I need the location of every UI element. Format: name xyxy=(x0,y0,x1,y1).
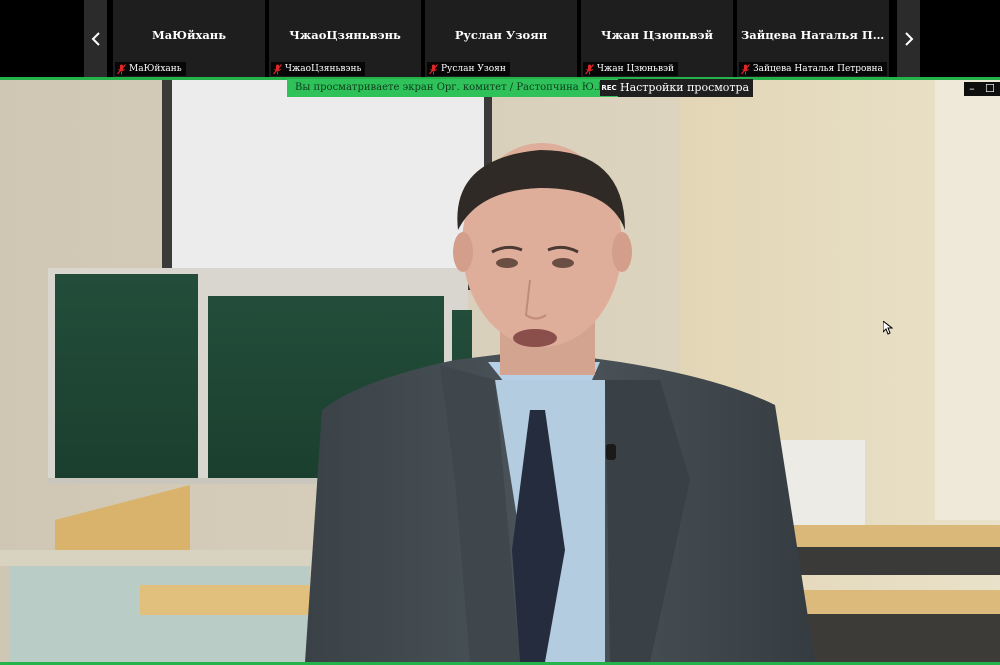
participant-tile[interactable]: Руслан Узоян Руслан Узоян xyxy=(425,0,577,77)
student-desk-1 xyxy=(780,525,1000,547)
participant-label: Зайцева Наталья Петровна xyxy=(739,62,887,76)
chalkboard-left xyxy=(55,274,198,478)
mic-off-icon xyxy=(273,63,282,74)
participant-strip: МаЮйхань МаЮйхань ЧжаоЦзяньвэнь ЧжаоЦзян… xyxy=(0,0,1000,80)
mic-off-icon xyxy=(741,63,750,74)
recording-badge: REC xyxy=(600,80,618,96)
window-light xyxy=(935,80,1000,520)
chevron-right-icon xyxy=(904,31,913,46)
lapel-microphone xyxy=(606,444,616,460)
mic-off-icon xyxy=(117,63,126,74)
chevron-left-icon xyxy=(91,31,100,46)
participant-label: ЧжаоЦзяньвэнь xyxy=(271,62,366,76)
view-options-button[interactable]: Настройки просмотра xyxy=(618,79,754,97)
desk-surface xyxy=(140,585,320,615)
participant-tile[interactable]: МаЮйхань МаЮйхань xyxy=(113,0,265,77)
ear-left xyxy=(453,232,473,272)
shared-video-frame xyxy=(0,80,1000,662)
participant-label: Руслан Узоян xyxy=(427,62,510,76)
participant-label: Чжан Цзюньвэй xyxy=(583,62,679,76)
next-page-button[interactable] xyxy=(897,0,920,77)
participant-tile[interactable]: Зайцева Наталья Петров... Зайцева Наталь… xyxy=(737,0,889,77)
student-desk-1-front xyxy=(780,547,1000,575)
prev-page-button[interactable] xyxy=(84,0,107,77)
shared-screen xyxy=(0,80,1000,662)
participant-label: МаЮйхань xyxy=(115,62,186,76)
participant-name: Руслан Узоян xyxy=(454,28,548,42)
mouse-cursor-icon xyxy=(883,321,893,335)
participant-tile[interactable]: Чжан Цзюньвэй Чжан Цзюньвэй xyxy=(581,0,733,77)
viewing-share-banner: Вы просматриваете экран Орг. комитет / Р… xyxy=(287,79,625,97)
eye-left xyxy=(496,258,518,268)
eye-right xyxy=(552,258,574,268)
projector-screen xyxy=(172,80,484,280)
mic-off-icon xyxy=(585,63,594,74)
participant-name: Чжан Цзюньвэй xyxy=(601,28,713,42)
participant-label-text: МаЮйхань xyxy=(129,64,182,74)
mic-off-icon xyxy=(429,63,438,74)
meeting-window: МаЮйхань МаЮйхань ЧжаоЦзяньвэнь ЧжаоЦзян… xyxy=(0,0,1000,665)
participant-name: Зайцева Наталья Петров... xyxy=(741,28,889,42)
front-desk-top xyxy=(0,550,320,566)
participant-tile[interactable]: ЧжаоЦзяньвэнь ЧжаоЦзяньвэнь xyxy=(269,0,421,77)
participant-label-text: Руслан Узоян xyxy=(441,64,506,74)
participant-label-text: Зайцева Наталья Петровна xyxy=(753,64,883,74)
viewing-share-text: Вы просматриваете экран Орг. комитет / Р… xyxy=(295,82,609,93)
window-controls: – ☐ xyxy=(964,82,1000,96)
minimize-button[interactable]: – xyxy=(969,82,975,96)
mouth xyxy=(513,329,557,347)
participant-label-text: ЧжаоЦзяньвэнь xyxy=(285,64,362,74)
participant-name: МаЮйхань xyxy=(151,28,227,42)
more-button[interactable]: ☐ xyxy=(985,82,995,96)
ear-right xyxy=(612,232,632,272)
participant-label-text: Чжан Цзюньвэй xyxy=(597,64,675,74)
participant-name: ЧжаоЦзяньвэнь xyxy=(289,28,401,42)
